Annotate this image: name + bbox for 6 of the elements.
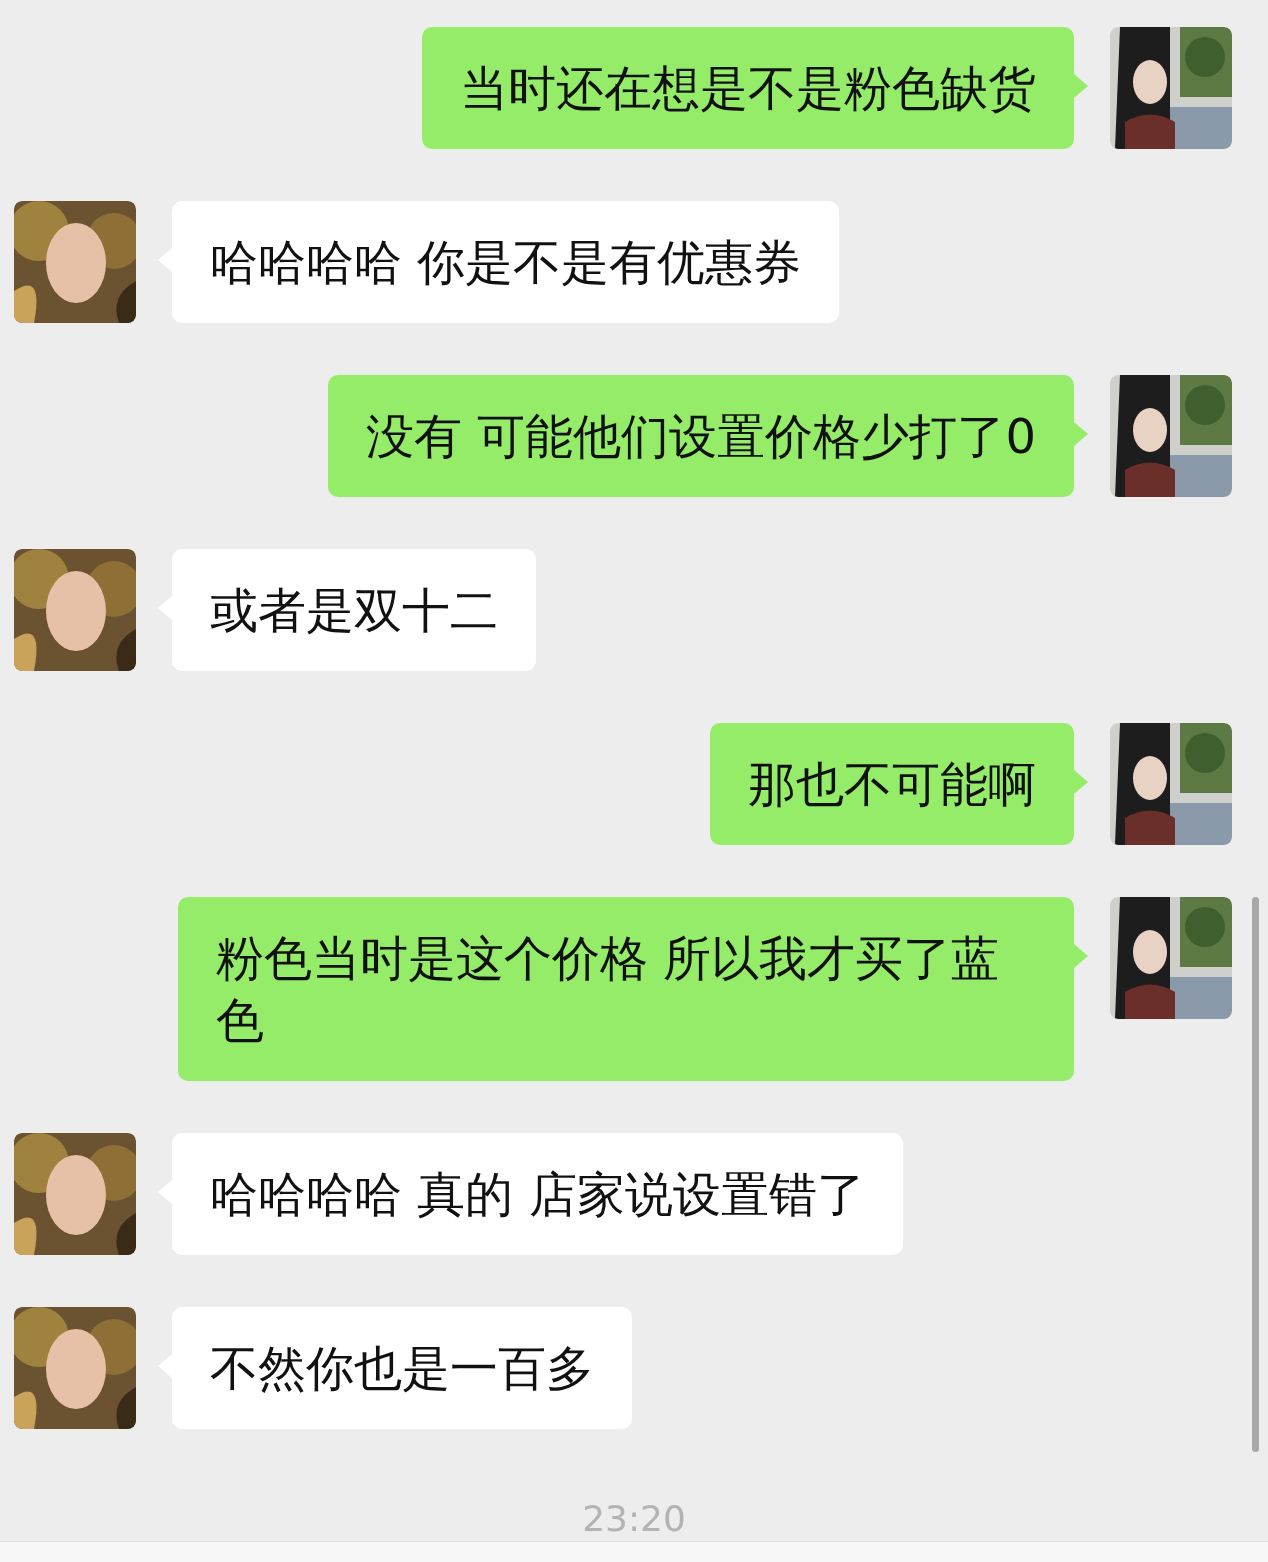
bubble-tail	[1074, 944, 1088, 968]
timestamp: 23:20	[582, 1499, 686, 1539]
bubble-tail	[1074, 74, 1088, 98]
scrollbar[interactable]	[1252, 897, 1259, 1452]
bubble-tail	[1074, 770, 1088, 794]
bubble-tail	[1074, 422, 1088, 446]
